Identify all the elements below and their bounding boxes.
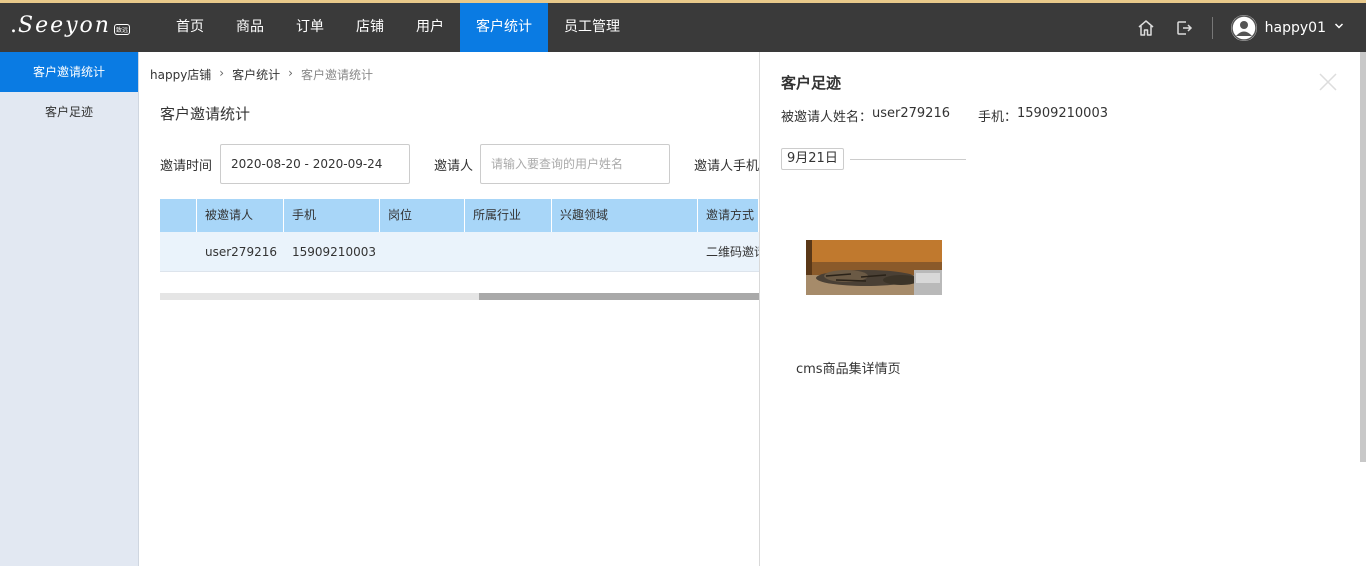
avatar[interactable]	[1230, 14, 1257, 41]
cell-industry	[465, 232, 552, 271]
column-header-phone: 手机	[284, 199, 380, 232]
nav-stores[interactable]: 店铺	[340, 3, 400, 52]
top-navigation-bar: . Seeyon 致远 首页 商品 订单 店铺 用户 客户统计 员工管理 hap…	[0, 0, 1366, 52]
page-title: 客户邀请统计	[160, 105, 251, 123]
main-content: happy店铺 › 客户统计 › 客户邀请统计 客户邀请统计 邀请时间 2020…	[139, 52, 759, 566]
nav-orders[interactable]: 订单	[280, 3, 340, 52]
logout-icon[interactable]	[1172, 16, 1196, 40]
invitee-name-value: user279216	[872, 106, 950, 121]
column-header-interest: 兴趣领域	[552, 199, 698, 232]
column-header-invitee: 被邀请人	[197, 199, 284, 232]
table-header: 被邀请人 手机 岗位 所属行业 兴趣领域 邀请方式	[160, 199, 759, 232]
logo-sub-text: 致远	[113, 24, 130, 35]
column-header-position: 岗位	[380, 199, 465, 232]
cell-interest	[552, 232, 698, 271]
cell-phone: 15909210003	[292, 245, 376, 259]
chevron-right-icon: ›	[219, 66, 225, 80]
scrollbar-thumb[interactable]	[479, 293, 759, 300]
sidebar: 客户邀请统计 客户足迹	[0, 52, 139, 566]
customer-footprint-drawer: 客户足迹 被邀请人姓名： user279216 手机： 15909210003 …	[759, 52, 1359, 566]
invitee-name-label: 被邀请人姓名：	[781, 110, 873, 125]
table-horizontal-scrollbar[interactable]	[160, 293, 759, 300]
nav-staff-management[interactable]: 员工管理	[548, 3, 636, 52]
invitee-phone-label: 手机：	[978, 110, 1018, 125]
footprint-page-caption: cms商品集详情页	[796, 362, 901, 377]
sidebar-item-customer-footprint[interactable]: 客户足迹	[0, 92, 138, 132]
footprint-date-tag: 9月21日	[781, 148, 844, 170]
table-row[interactable]: user279216 15909210003 二维码邀请	[160, 232, 759, 272]
nav-products[interactable]: 商品	[220, 3, 280, 52]
logo-text: Seeyon	[18, 13, 111, 38]
invitee-info: 被邀请人姓名： user279216 手机： 15909210003	[781, 106, 1108, 125]
nav-users[interactable]: 用户	[400, 3, 460, 52]
invitee-phone-value: 15909210003	[1017, 106, 1108, 121]
sidebar-item-invite-stats[interactable]: 客户邀请统计	[0, 52, 138, 92]
chevron-right-icon: ›	[288, 66, 293, 80]
home-icon[interactable]	[1134, 16, 1158, 40]
page-vertical-scrollbar[interactable]	[1360, 52, 1366, 462]
column-header-invite-method: 邀请方式	[698, 199, 759, 232]
cell-invitee: user279216	[205, 245, 277, 259]
inviter-name-input[interactable]	[480, 144, 670, 184]
timeline-divider	[850, 159, 966, 160]
close-icon[interactable]	[1318, 72, 1342, 96]
invite-table: 被邀请人 手机 岗位 所属行业 兴趣领域 邀请方式 user279216 159…	[160, 199, 759, 272]
inviter-label: 邀请人	[434, 159, 474, 174]
seeyon-logo[interactable]: . Seeyon 致远	[10, 13, 130, 43]
user-name[interactable]: happy01	[1265, 20, 1326, 36]
breadcrumb: happy店铺 › 客户统计 › 客户邀请统计	[150, 66, 373, 83]
cell-position	[380, 232, 465, 271]
header-actions: happy01	[1120, 3, 1344, 52]
footprint-thumbnail-image[interactable]	[806, 240, 942, 295]
invite-time-label: 邀请时间	[160, 159, 213, 174]
cell-invite-method: 二维码邀请	[706, 245, 759, 259]
breadcrumb-store[interactable]: happy店铺	[150, 66, 211, 83]
inviter-phone-label: 邀请人手机	[694, 159, 760, 174]
header-divider	[1211, 16, 1213, 39]
chevron-down-icon[interactable]	[1334, 20, 1344, 35]
invite-time-range-picker[interactable]: 2020-08-20 - 2020-09-24	[220, 144, 410, 184]
drawer-title: 客户足迹	[781, 74, 842, 92]
row-select-cell	[160, 232, 197, 271]
nav-home[interactable]: 首页	[160, 3, 220, 52]
header-select-cell	[160, 199, 197, 232]
breadcrumb-customer-stats[interactable]: 客户统计	[232, 66, 280, 83]
column-header-industry: 所属行业	[465, 199, 552, 232]
nav-customer-stats[interactable]: 客户统计	[460, 3, 548, 52]
breadcrumb-current: 客户邀请统计	[300, 68, 373, 82]
main-nav: 首页 商品 订单 店铺 用户 客户统计 员工管理	[160, 3, 636, 52]
